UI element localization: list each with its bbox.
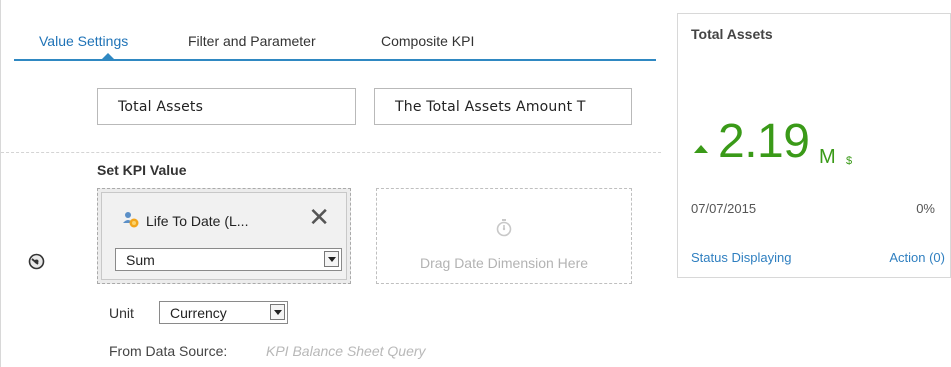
measure-card-body: Life To Date (L... ✕ Sum bbox=[101, 192, 347, 280]
date-dimension-drop-zone[interactable]: Drag Date Dimension Here bbox=[376, 188, 632, 284]
kpi-name-field[interactable]: Total Assets bbox=[97, 88, 356, 125]
unit-select[interactable]: Currency bbox=[159, 301, 288, 324]
kpi-preview-change: 0% bbox=[916, 201, 935, 216]
tab-composite-kpi[interactable]: Composite KPI bbox=[381, 33, 474, 49]
active-tab-indicator bbox=[102, 53, 114, 59]
kpi-settings-panel: Value Settings Filter and Parameter Comp… bbox=[0, 0, 670, 367]
chevron-down-icon[interactable] bbox=[270, 304, 285, 320]
kpi-preview-value: 2.19 bbox=[718, 115, 810, 168]
unit-label: Unit bbox=[109, 305, 134, 321]
remove-measure-icon[interactable]: ✕ bbox=[308, 205, 330, 231]
kpi-description-field[interactable]: The Total Assets Amount T bbox=[374, 88, 632, 125]
aggregation-select[interactable]: Sum bbox=[115, 248, 342, 271]
unit-selected-value: Currency bbox=[170, 305, 227, 321]
kpi-measure-card[interactable]: Life To Date (L... ✕ Sum bbox=[97, 188, 351, 284]
set-kpi-value-heading: Set KPI Value bbox=[97, 162, 187, 178]
kpi-preview-currency: $ bbox=[846, 155, 853, 167]
kpi-preview-title: Total Assets bbox=[691, 26, 773, 42]
section-divider bbox=[1, 152, 661, 153]
chevron-down-icon[interactable] bbox=[324, 251, 339, 267]
measure-label: Life To Date (L... bbox=[146, 213, 249, 229]
stopwatch-icon bbox=[496, 219, 512, 237]
drop-zone-hint: Drag Date Dimension Here bbox=[419, 255, 589, 271]
action-link[interactable]: Action (0) bbox=[889, 250, 945, 265]
kpi-preview-date: 07/07/2015 bbox=[691, 201, 757, 216]
trend-up-icon bbox=[694, 145, 708, 153]
tab-value-settings[interactable]: Value Settings bbox=[39, 33, 128, 49]
kpi-preview-unit: M bbox=[819, 146, 836, 168]
status-displaying-link[interactable]: Status Displaying bbox=[691, 250, 791, 265]
measure-icon bbox=[123, 212, 139, 228]
tab-filter-and-parameter[interactable]: Filter and Parameter bbox=[188, 33, 316, 49]
status-dial-icon[interactable] bbox=[28, 253, 45, 270]
settings-tab-bar: Value Settings Filter and Parameter Comp… bbox=[14, 0, 656, 61]
data-source-value[interactable]: KPI Balance Sheet Query bbox=[266, 343, 426, 359]
kpi-editor: Value Settings Filter and Parameter Comp… bbox=[0, 0, 951, 367]
aggregation-selected-value: Sum bbox=[126, 252, 155, 268]
data-source-label: From Data Source: bbox=[109, 343, 228, 359]
kpi-preview-tile: Total Assets 2.19 M $ 07/07/2015 0% Stat… bbox=[677, 13, 951, 278]
